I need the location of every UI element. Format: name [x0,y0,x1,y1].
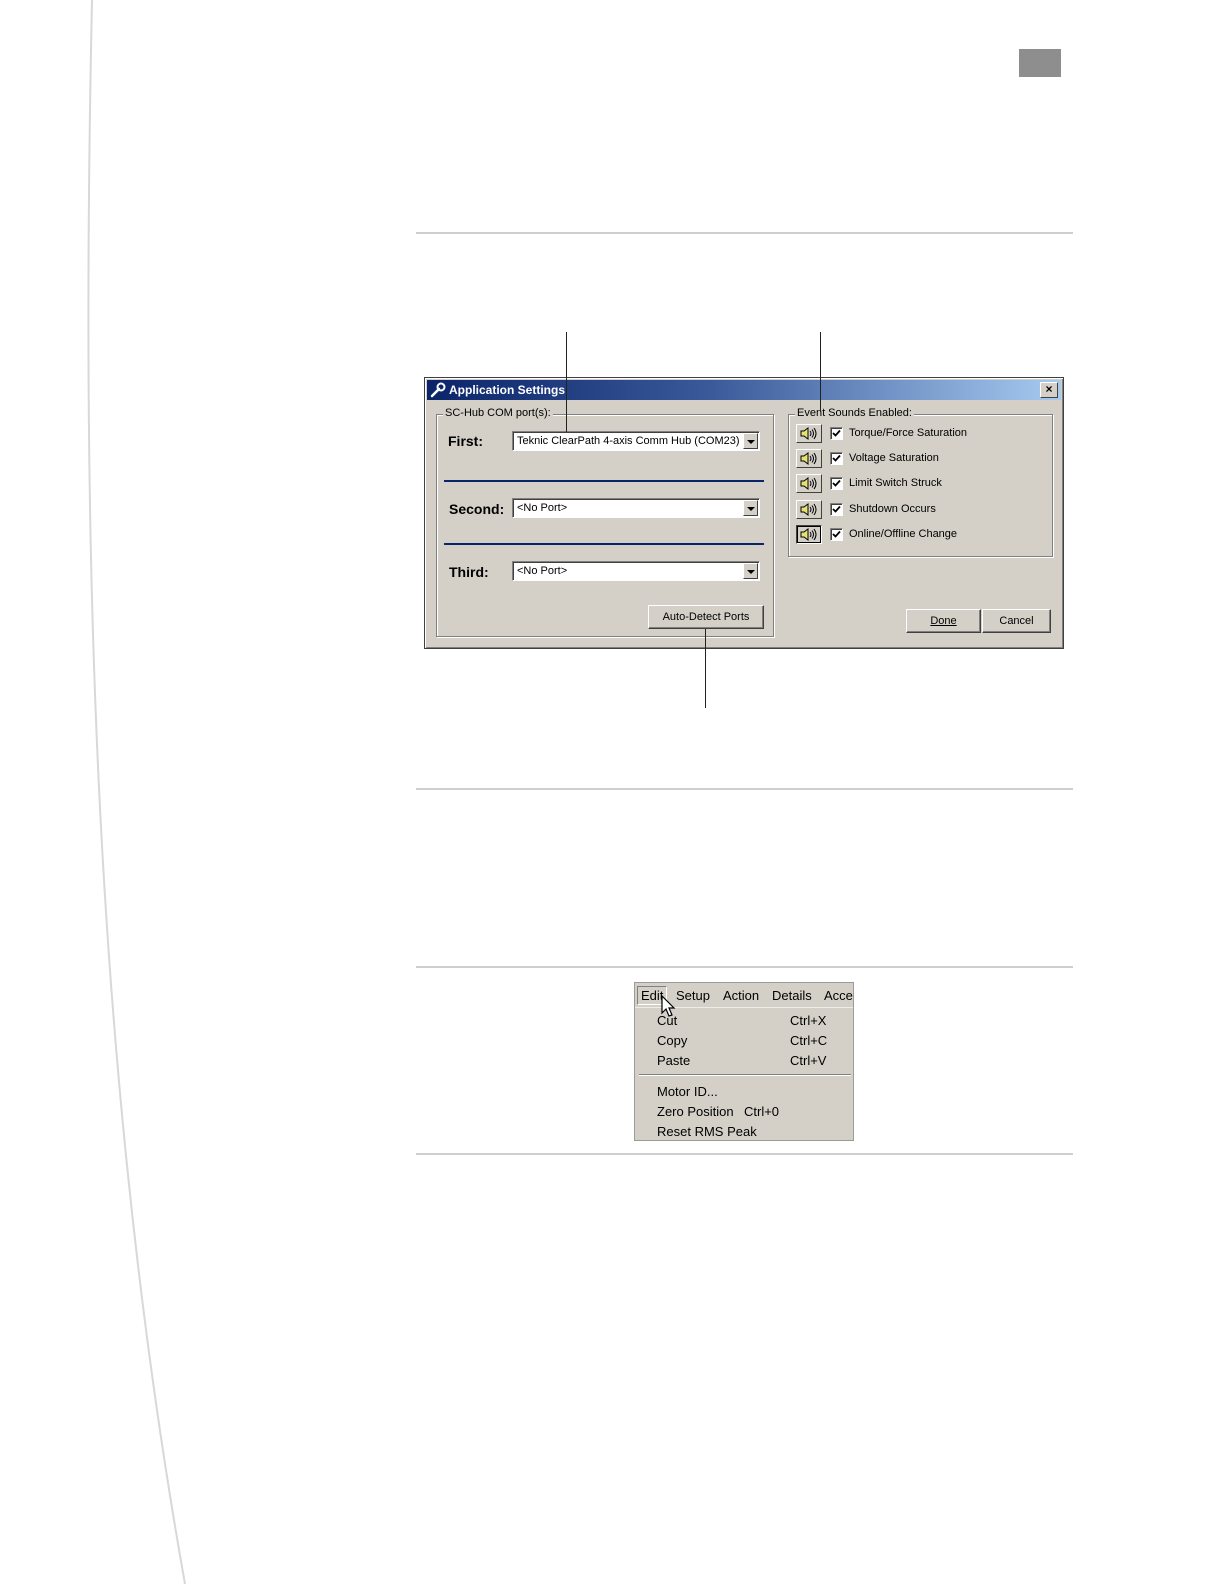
sound-label: Online/Offline Change [849,528,958,540]
sound-label: Limit Switch Struck [849,477,942,489]
sound-row: Voltage Saturation [796,449,1046,469]
sound-enabled-checkbox[interactable] [830,452,843,465]
menu-access[interactable]: Acces [824,988,853,1003]
menu-separator [639,1074,851,1076]
horizontal-rule [416,232,1073,234]
shortcut-cut: Ctrl+X [790,1013,827,1028]
cancel-button[interactable]: Cancel [982,609,1051,633]
done-button-label: Done [930,615,957,627]
play-sound-button[interactable] [796,525,822,544]
second-port-label: Second: [449,501,505,517]
auto-detect-ports-button[interactable]: Auto-Detect Ports [648,605,764,629]
horizontal-rule [416,1153,1073,1155]
sound-label: Voltage Saturation [849,452,939,464]
chevron-down-icon[interactable] [743,433,758,449]
third-port-value: <No Port> [517,565,568,577]
second-port-select[interactable]: <No Port> [512,498,760,518]
shortcut-paste: Ctrl+V [790,1053,827,1068]
sound-enabled-checkbox[interactable] [830,477,843,490]
port-divider [444,480,764,482]
wrench-icon [430,382,446,398]
menu-action[interactable]: Action [723,988,759,1003]
callout-line [820,332,821,412]
page-edge-curve [87,0,186,1584]
chevron-down-icon[interactable] [743,563,758,579]
play-sound-button[interactable] [796,474,822,493]
speaker-icon [800,452,817,465]
mouse-pointer-icon [661,995,676,1017]
menu-item-zero-position[interactable]: Zero Position [657,1104,734,1119]
sound-label: Shutdown Occurs [849,503,936,515]
horizontal-rule [416,788,1073,790]
menu-item-reset-rms-peak[interactable]: Reset RMS Peak [657,1124,757,1139]
menu-item-motor-id[interactable]: Motor ID... [657,1084,718,1099]
com-port-group-legend: SC-Hub COM port(s): [443,407,553,419]
title-bar: Application Settings × [427,380,1061,400]
menu-item-copy[interactable]: Copy [657,1033,687,1048]
callout-line [705,629,706,708]
first-port-value: Teknic ClearPath 4-axis Comm Hub (COM23) [517,435,740,447]
port-divider [444,543,764,545]
speaker-icon [800,427,817,440]
sound-row: Torque/Force Saturation [796,424,1046,444]
speaker-icon [800,503,817,516]
close-button[interactable]: × [1040,382,1058,398]
sound-enabled-checkbox[interactable] [830,427,843,440]
sound-row: Online/Offline Change [796,525,1046,545]
done-button[interactable]: Done [906,609,981,633]
shortcut-zero-position: Ctrl+0 [744,1104,780,1119]
checkmark-icon [832,530,841,538]
cancel-button-label: Cancel [999,615,1034,627]
second-port-value: <No Port> [517,502,568,514]
event-sounds-group-legend: Event Sounds Enabled: [795,407,914,419]
sound-enabled-checkbox[interactable] [830,528,843,541]
third-port-select[interactable]: <No Port> [512,561,760,581]
checkmark-icon [832,454,841,462]
menu-setup[interactable]: Setup [676,988,710,1003]
callout-line [566,332,567,432]
horizontal-rule [416,966,1073,968]
sound-row: Shutdown Occurs [796,500,1046,520]
checkmark-icon [832,505,841,513]
first-port-label: First: [448,433,483,449]
menu-item-paste[interactable]: Paste [657,1053,690,1068]
play-sound-button[interactable] [796,500,822,519]
play-sound-button[interactable] [796,424,822,443]
checkmark-icon [832,429,841,437]
sound-label: Torque/Force Saturation [849,427,968,439]
speaker-icon [800,477,817,490]
first-port-select[interactable]: Teknic ClearPath 4-axis Comm Hub (COM23) [512,431,760,451]
sound-row: Limit Switch Struck [796,474,1046,494]
menu-details[interactable]: Details [772,988,812,1003]
third-port-label: Third: [449,564,489,580]
speaker-icon [800,528,817,541]
play-sound-button[interactable] [796,449,822,468]
page-corner-tab [1019,49,1061,77]
checkmark-icon [832,479,841,487]
chevron-down-icon[interactable] [743,500,758,516]
shortcut-copy: Ctrl+C [790,1033,828,1048]
sound-enabled-checkbox[interactable] [830,503,843,516]
dialog-title: Application Settings [449,383,566,397]
